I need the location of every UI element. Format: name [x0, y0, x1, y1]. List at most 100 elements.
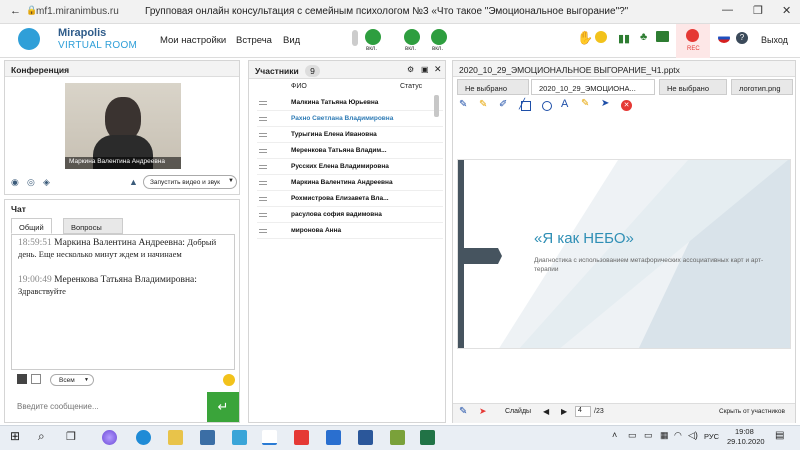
language-indicator[interactable]: РУС — [704, 432, 719, 441]
app-l-icon[interactable] — [232, 430, 247, 445]
gear-icon[interactable]: ⚙ — [407, 65, 414, 74]
participant-row[interactable]: Малкина Татьяна Юрьевна — [257, 95, 443, 111]
close-icon[interactable]: ✕ — [782, 4, 791, 17]
participant-row[interactable]: Рохмистрова Елизавета Вла... — [257, 191, 443, 207]
network-icon[interactable]: ▦ — [660, 430, 669, 441]
participant-row[interactable]: Маркина Валентина Андреевна — [257, 175, 443, 191]
battery-icon[interactable]: ▭ — [644, 430, 653, 441]
mic-settings-icon[interactable]: ◎ — [27, 177, 35, 188]
yandex-icon[interactable] — [294, 430, 309, 445]
notification-icon[interactable]: ▤ — [775, 430, 784, 441]
tab-logo[interactable]: логотип.png — [731, 79, 793, 95]
drag-handle-icon[interactable] — [259, 149, 267, 153]
pen-tool-icon[interactable]: ✎ — [459, 99, 467, 110]
task-view-icon[interactable]: ❐ — [66, 430, 76, 443]
next-slide-icon[interactable]: ▶ — [561, 407, 567, 416]
page-input[interactable]: 4 — [575, 406, 591, 417]
stats-icon[interactable]: ▮▮ — [618, 32, 630, 45]
tray-up-icon[interactable]: ˄ — [612, 430, 617, 440]
help-icon[interactable]: ? — [736, 32, 748, 44]
drag-handle-icon[interactable] — [259, 101, 267, 105]
menu-my-settings[interactable]: Мои настройки — [160, 35, 226, 46]
back-icon[interactable]: ← — [10, 5, 21, 17]
popout-icon[interactable]: ▣ — [421, 65, 429, 74]
participant-row[interactable]: Русских Елена Владимировна — [257, 159, 443, 175]
prev-slide-icon[interactable]: ◀ — [543, 407, 549, 416]
scrollbar[interactable] — [434, 95, 439, 117]
text-tool-icon[interactable]: A — [561, 98, 568, 110]
language-flag-icon[interactable] — [718, 33, 730, 43]
marker-tool-icon[interactable]: ✎ — [479, 99, 487, 110]
tab-general[interactable]: Общий — [11, 218, 52, 234]
file-explorer-icon[interactable] — [168, 430, 183, 445]
camera-icon[interactable] — [404, 29, 420, 45]
participant-row[interactable]: Рахно Светлана Владимировна — [257, 111, 443, 127]
drag-handle-icon[interactable] — [259, 165, 267, 169]
exit-button[interactable]: Выход — [761, 35, 788, 45]
drag-handle-icon[interactable] — [259, 213, 267, 217]
menu-view[interactable]: Вид — [283, 35, 300, 46]
participant-row[interactable]: расулова софия вадимовна — [257, 207, 443, 223]
alice-icon[interactable] — [102, 430, 117, 445]
clear-tool-icon[interactable]: ✕ — [621, 100, 632, 111]
drag-handle-icon[interactable] — [259, 133, 267, 137]
excel-icon[interactable] — [420, 430, 435, 445]
drag-handle-icon[interactable] — [259, 117, 267, 121]
slides-label[interactable]: Слайды — [505, 408, 531, 415]
microphone-icon[interactable] — [365, 29, 381, 45]
volume-icon[interactable]: ◁) — [688, 430, 698, 441]
participant-row[interactable]: миронова Анна — [257, 223, 443, 239]
screen-share-icon[interactable] — [431, 29, 447, 45]
menu-meeting[interactable]: Встреча — [236, 35, 272, 46]
minimize-icon[interactable]: — — [722, 4, 733, 16]
video-feed[interactable]: Маркина Валентина Андреевна — [65, 83, 181, 169]
ellipse-tool-icon[interactable] — [542, 101, 552, 111]
start-av-dropdown[interactable]: Запустить видео и звук ▼ — [143, 175, 237, 189]
camera-settings-icon[interactable]: ◉ — [11, 177, 19, 188]
fill-tool-icon[interactable]: ✎ — [581, 98, 589, 109]
clock-date[interactable]: 29.10.2020 — [727, 437, 765, 446]
recipient-select[interactable]: Всем ▼ — [50, 374, 94, 386]
participant-row[interactable]: Турыгина Елена Ивановна — [257, 127, 443, 143]
pointer-tool-icon[interactable]: ➤ — [601, 98, 609, 109]
chat-input[interactable] — [11, 392, 207, 420]
send-button[interactable]: ↵ — [207, 392, 239, 422]
edge-icon[interactable] — [136, 430, 151, 445]
tab-not-selected-1[interactable]: Не выбрано — [457, 79, 529, 95]
hide-from-participants[interactable]: Скрыть от участников — [719, 408, 785, 415]
rectangle-tool-icon[interactable] — [521, 101, 531, 111]
drag-handle-icon[interactable] — [259, 197, 267, 201]
emoji-icon[interactable] — [223, 374, 235, 386]
tab-not-selected-2[interactable]: Не выбрано — [659, 79, 727, 95]
folder-icon[interactable] — [656, 31, 669, 42]
windows-start-icon[interactable]: ⊞ — [10, 429, 20, 443]
paint-icon[interactable] — [390, 430, 405, 445]
volume-slider[interactable] — [352, 30, 358, 46]
close-icon[interactable]: ✕ — [434, 64, 442, 75]
text-color-icon[interactable] — [17, 374, 27, 384]
pointer-icon[interactable]: ➤ — [479, 406, 487, 417]
bg-color-icon[interactable] — [31, 374, 41, 384]
mail-icon[interactable] — [326, 430, 341, 445]
word-icon[interactable] — [358, 430, 373, 445]
tab-presentation[interactable]: 2020_10_29_ЭМОЦИОНА... — [531, 79, 655, 95]
pencil-tool-icon[interactable]: ✐ — [499, 99, 507, 110]
drag-handle-icon[interactable] — [259, 229, 267, 233]
clock-time[interactable]: 19:08 — [735, 427, 754, 436]
participant-row[interactable]: Меренкова Татьяна Владим... — [257, 143, 443, 159]
emoji-icon[interactable] — [595, 31, 607, 43]
store-icon[interactable] — [200, 430, 215, 445]
tray-icon-1[interactable]: ▭ — [628, 430, 637, 441]
drag-handle-icon[interactable] — [259, 181, 267, 185]
pen-icon[interactable]: ✎ — [459, 406, 467, 417]
address-bar[interactable]: mf1.miranimbus.ru — [36, 6, 119, 17]
maximize-icon[interactable]: ❐ — [753, 4, 763, 17]
participants-video-icon[interactable]: ◈ — [43, 177, 50, 188]
search-icon[interactable]: ⌕ — [38, 429, 45, 444]
slide: «Я как НЕБО» Диагностика с использование… — [457, 159, 791, 349]
wifi-icon[interactable]: ◠ — [674, 430, 682, 441]
tree-icon[interactable]: ♣ — [640, 31, 647, 43]
yandex-browser-icon[interactable] — [262, 430, 277, 445]
raise-hand-icon[interactable]: ✋ — [577, 30, 593, 46]
tab-questions[interactable]: Вопросы — [63, 218, 123, 234]
